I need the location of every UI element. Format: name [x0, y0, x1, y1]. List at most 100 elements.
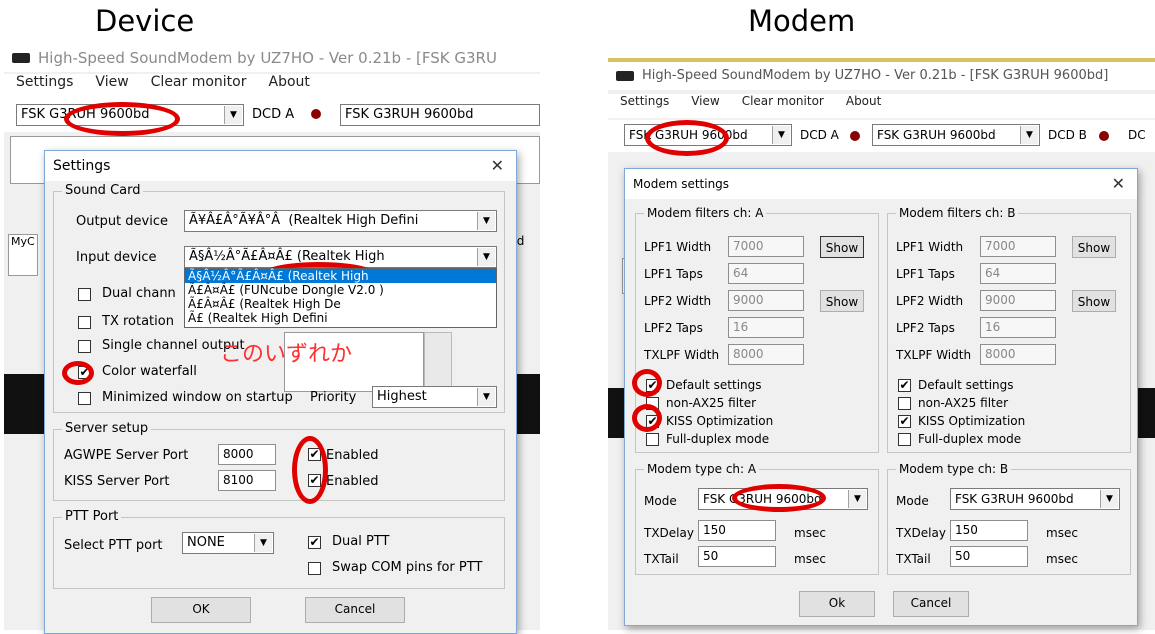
app-icon: [12, 53, 30, 63]
menu-settings[interactable]: Settings: [16, 74, 73, 90]
tx-rotation-checkbox[interactable]: [78, 316, 91, 329]
default-settings-label: Default settings: [666, 378, 762, 392]
left-modem-a-value: FSK G3RUH 9600bd: [21, 107, 150, 122]
minimized-checkbox[interactable]: [78, 392, 91, 405]
right-dcd-b-label: DCD B: [1048, 128, 1087, 142]
lpf2-width-input[interactable]: 9000: [980, 290, 1056, 311]
agwpe-port-input[interactable]: 8000: [218, 444, 276, 465]
color-waterfall-label: Color waterfall: [102, 364, 197, 379]
dropdown-item[interactable]: Ã£ (Realtek High Defini: [185, 311, 496, 325]
kiss-port-input[interactable]: 8100: [218, 470, 276, 491]
dropdown-item-selected[interactable]: Ã§Â½Â°Ã£Â¤Â£ (Realtek High: [185, 269, 496, 283]
right-modem-b-select[interactable]: FSK G3RUH 9600bd ▼: [872, 124, 1040, 146]
lpf1-taps-input[interactable]: 64: [728, 263, 804, 284]
output-device-select[interactable]: Ã¥Â£Â°Ã¥Â°Â (Realtek High Defini ▼: [184, 210, 497, 232]
chevron-down-icon[interactable]: ▼: [477, 248, 495, 266]
show-button[interactable]: Show: [820, 290, 864, 312]
swap-com-checkbox[interactable]: [308, 562, 321, 575]
chevron-down-icon[interactable]: ▼: [254, 534, 272, 552]
chevron-down-icon[interactable]: ▼: [224, 106, 242, 124]
txtail-input[interactable]: 50: [950, 546, 1028, 567]
menu-view[interactable]: View: [691, 94, 719, 108]
lpf1-width-input[interactable]: 7000: [980, 236, 1056, 257]
full-duplex-checkbox[interactable]: [646, 433, 659, 446]
lpf1-width-input[interactable]: 7000: [728, 236, 804, 257]
show-button[interactable]: Show: [1072, 236, 1116, 258]
menu-view[interactable]: View: [95, 74, 128, 90]
close-icon[interactable]: ✕: [491, 151, 504, 181]
full-duplex-checkbox[interactable]: [898, 433, 911, 446]
default-settings-checkbox[interactable]: ✔: [898, 379, 911, 392]
left-modem-a-select[interactable]: FSK G3RUH 9600bd ▼: [16, 104, 244, 126]
mode-a-value: FSK G3RUH 9600bd: [703, 492, 822, 506]
left-dcd-a-label: DCD A: [252, 107, 295, 122]
dropdown-item[interactable]: Ã£Â¤Â£ (Realtek High De: [185, 297, 496, 311]
dropdown-item[interactable]: Ã£Â¤Â£ (FUNcube Dongle V2.0 ): [185, 283, 496, 297]
menu-about[interactable]: About: [269, 74, 310, 90]
txlpf-width-input[interactable]: 8000: [728, 344, 804, 365]
tx-rotation-label: TX rotation: [102, 314, 174, 329]
ptt-port-select[interactable]: NONE ▼: [182, 532, 274, 554]
input-device-select[interactable]: Ã§Â½Â°Ã£Â¤Â£ (Realtek High ▼: [184, 246, 497, 268]
lpf2-width-input[interactable]: 9000: [728, 290, 804, 311]
chevron-down-icon[interactable]: ▼: [477, 388, 495, 406]
priority-select[interactable]: Highest ▼: [372, 386, 497, 408]
caption-modem: Modem: [748, 4, 856, 38]
txtail-input[interactable]: 50: [698, 546, 776, 567]
input-device-dropdown[interactable]: Ã§Â½Â°Ã£Â¤Â£ (Realtek High Ã£Â¤Â£ (FUNcu…: [184, 268, 497, 328]
mode-b-select[interactable]: FSK G3RUH 9600bd ▼: [950, 488, 1120, 510]
menu-about[interactable]: About: [846, 94, 881, 108]
chevron-down-icon[interactable]: ▼: [1020, 126, 1038, 144]
cancel-button[interactable]: Cancel: [893, 591, 969, 617]
mode-a-select[interactable]: FSK G3RUH 9600bd ▼: [698, 488, 868, 510]
menu-clear-monitor[interactable]: Clear monitor: [742, 94, 824, 108]
txlpf-width-input[interactable]: 8000: [980, 344, 1056, 365]
right-modem-a-select[interactable]: FSK G3RUH 9600bd ▼: [624, 124, 792, 146]
kiss-optimization-checkbox[interactable]: ✔: [646, 415, 659, 428]
left-app-title: High-Speed SoundModem by UZ7HO - Ver 0.2…: [38, 49, 497, 67]
settings-title-text: Settings: [53, 158, 111, 174]
txlpf-width-label: TXLPF Width: [644, 348, 720, 362]
kiss-enabled-checkbox[interactable]: ✔: [308, 474, 321, 487]
show-button[interactable]: Show: [820, 236, 864, 258]
filters-a-group: Modem filters ch: A LPF1 Width 7000 Show…: [635, 205, 879, 453]
priority-label: Priority: [310, 390, 357, 405]
sound-card-scrollbar[interactable]: [424, 332, 452, 392]
left-modem-b-select[interactable]: FSK G3RUH 9600bd: [340, 104, 540, 126]
txdelay-input[interactable]: 150: [950, 520, 1028, 541]
kiss-optimization-checkbox[interactable]: ✔: [898, 415, 911, 428]
ok-button[interactable]: Ok: [799, 591, 875, 617]
agwpe-enabled-checkbox[interactable]: ✔: [308, 448, 321, 461]
dcd-led-icon: [311, 109, 321, 119]
agwpe-enabled-label: Enabled: [326, 448, 379, 463]
chevron-down-icon[interactable]: ▼: [477, 212, 495, 230]
lpf1-taps-input[interactable]: 64: [980, 263, 1056, 284]
right-modem-a-value: FSK G3RUH 9600bd: [629, 128, 748, 142]
cancel-button[interactable]: Cancel: [305, 597, 405, 623]
default-settings-checkbox[interactable]: ✔: [646, 379, 659, 392]
chevron-down-icon[interactable]: ▼: [848, 490, 866, 508]
default-settings-label: Default settings: [918, 378, 1014, 392]
txdelay-input[interactable]: 150: [698, 520, 776, 541]
output-device-value: Ã¥Â£Â°Ã¥Â°Â (Realtek High Defini: [189, 213, 419, 228]
chevron-down-icon[interactable]: ▼: [772, 126, 790, 144]
server-setup-group: Server setup AGWPE Server Port 8000 ✔ En…: [53, 421, 505, 501]
menu-settings[interactable]: Settings: [620, 94, 669, 108]
close-icon[interactable]: ✕: [1112, 169, 1125, 199]
lpf2-width-label: LPF2 Width: [644, 294, 712, 308]
color-waterfall-checkbox[interactable]: ✔: [78, 366, 91, 379]
dual-channel-checkbox[interactable]: [78, 288, 91, 301]
dual-ptt-checkbox[interactable]: ✔: [308, 536, 321, 549]
menu-clear-monitor[interactable]: Clear monitor: [151, 74, 247, 90]
modem-type-a-group: Modem type ch: A Mode FSK G3RUH 9600bd ▼…: [635, 461, 879, 575]
lpf2-taps-input[interactable]: 16: [980, 317, 1056, 338]
chevron-down-icon[interactable]: ▼: [1100, 490, 1118, 508]
ptt-port-group: PTT Port Select PTT port NONE ▼ ✔ Dual P…: [53, 509, 505, 589]
lpf2-taps-input[interactable]: 16: [728, 317, 804, 338]
show-button[interactable]: Show: [1072, 290, 1116, 312]
non-ax25-checkbox[interactable]: [898, 397, 911, 410]
single-channel-checkbox[interactable]: [78, 340, 91, 353]
ok-button[interactable]: OK: [151, 597, 251, 623]
dcd-led-icon: [850, 131, 860, 141]
non-ax25-checkbox[interactable]: [646, 397, 659, 410]
